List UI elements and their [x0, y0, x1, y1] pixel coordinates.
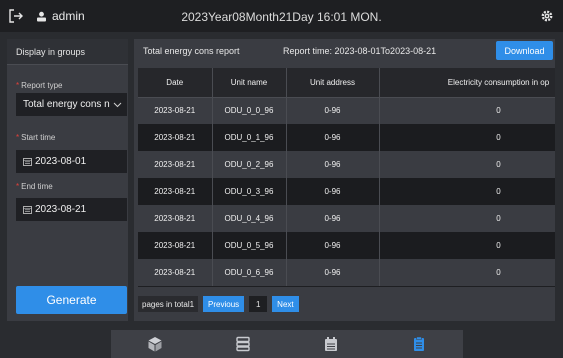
cell-consumption: 0	[379, 178, 555, 205]
table-header-row: Date Unit name Unit address Electricity …	[138, 68, 555, 98]
report-header: Total energy cons report Report time: 20…	[134, 39, 555, 63]
page-count: pages in total1	[138, 296, 199, 312]
panel-title: Display in groups	[7, 39, 128, 65]
cell-date: 2023-08-21	[138, 232, 213, 259]
table-row: 2023-08-21 ODU_0_2_96 0-96 0	[138, 151, 555, 178]
cell-unit-address: 0-96	[286, 232, 380, 259]
nav-item-schedule[interactable]	[287, 330, 375, 358]
start-time-value: 2023-08-01	[35, 156, 87, 167]
top-bar: admin 2023Year08Month21Day 16:01 MON.	[0, 0, 563, 32]
calendar-icon	[23, 158, 32, 166]
cell-unit-address: 0-96	[286, 124, 380, 151]
table-row: 2023-08-21 ODU_0_5_96 0-96 0	[138, 232, 555, 259]
datetime-display: 2023Year08Month21Day 16:01 MON.	[181, 10, 382, 24]
cell-consumption: 0	[379, 232, 555, 259]
table-row: 2023-08-21 ODU_0_3_96 0-96 0	[138, 178, 555, 205]
calendar-icon	[325, 337, 337, 351]
report-time: Report time: 2023-08-01To2023-08-21	[283, 46, 437, 56]
cell-unit-name: ODU_0_4_96	[212, 205, 287, 232]
cell-unit-address: 0-96	[286, 259, 380, 286]
cell-unit-address: 0-96	[286, 205, 380, 232]
cell-unit-address: 0-96	[286, 97, 380, 124]
list-icon	[236, 336, 250, 352]
report-type-value: Total energy cons n	[23, 99, 110, 110]
column-header: Electricity consumption in op	[379, 68, 555, 98]
cell-unit-address: 0-96	[286, 178, 380, 205]
cell-date: 2023-08-21	[138, 124, 213, 151]
table-row: 2023-08-21 ODU_0_4_96 0-96 0	[138, 205, 555, 232]
table-row: 2023-08-21 ODU_0_0_96 0-96 0	[138, 97, 555, 124]
nav-item-report[interactable]	[375, 330, 463, 358]
bottom-nav	[111, 330, 463, 358]
report-type-label: * Report type	[16, 81, 63, 90]
column-header: Date	[138, 68, 213, 98]
cell-consumption: 0	[379, 259, 555, 286]
cell-consumption: 0	[379, 205, 555, 232]
cell-unit-name: ODU_0_1_96	[212, 124, 287, 151]
cell-consumption: 0	[379, 124, 555, 151]
cell-consumption: 0	[379, 97, 555, 124]
cell-date: 2023-08-21	[138, 97, 213, 124]
report-table[interactable]: Date Unit name Unit address Electricity …	[138, 68, 555, 287]
pagination: pages in total1 Previous 1 Next	[138, 296, 299, 312]
cell-unit-address: 0-96	[286, 151, 380, 178]
cell-unit-name: ODU_0_5_96	[212, 232, 287, 259]
cell-date: 2023-08-21	[138, 151, 213, 178]
end-time-field[interactable]: 2023-08-21	[16, 198, 127, 221]
cell-date: 2023-08-21	[138, 259, 213, 286]
chevron-down-icon	[113, 102, 122, 108]
nav-item-devices[interactable]	[111, 330, 199, 358]
start-time-field[interactable]: 2023-08-01	[16, 150, 127, 173]
table-row: 2023-08-21 ODU_0_6_96 0-96 0	[138, 259, 555, 286]
calendar-icon	[23, 206, 32, 214]
end-time-value: 2023-08-21	[35, 204, 87, 215]
cell-consumption: 0	[379, 151, 555, 178]
cell-date: 2023-08-21	[138, 205, 213, 232]
current-page[interactable]: 1	[249, 296, 268, 312]
nav-item-list[interactable]	[199, 330, 287, 358]
end-time-label: * End time	[16, 182, 53, 191]
table-row: 2023-08-21 ODU_0_1_96 0-96 0	[138, 124, 555, 151]
start-time-label: * Start time	[16, 133, 56, 142]
previous-button[interactable]: Previous	[203, 296, 245, 312]
gear-icon[interactable]	[539, 8, 555, 24]
column-header: Unit address	[286, 68, 380, 98]
report-icon	[414, 336, 424, 351]
cube-icon	[148, 337, 162, 352]
report-type-select[interactable]: Total energy cons n	[16, 93, 127, 116]
cell-unit-name: ODU_0_6_96	[212, 259, 287, 286]
download-button[interactable]: Download	[496, 41, 553, 60]
cell-unit-name: ODU_0_3_96	[212, 178, 287, 205]
report-title: Total energy cons report	[143, 46, 240, 56]
required-star: *	[16, 81, 20, 90]
cell-unit-name: ODU_0_2_96	[212, 151, 287, 178]
report-panel: Total energy cons report Report time: 20…	[134, 39, 555, 321]
generate-button[interactable]: Generate	[16, 286, 127, 314]
cell-date: 2023-08-21	[138, 178, 213, 205]
filter-panel: Display in groups * Report type Total ene…	[7, 39, 128, 321]
column-header: Unit name	[212, 68, 287, 98]
next-button[interactable]: Next	[272, 296, 299, 312]
cell-unit-name: ODU_0_0_96	[212, 97, 287, 124]
